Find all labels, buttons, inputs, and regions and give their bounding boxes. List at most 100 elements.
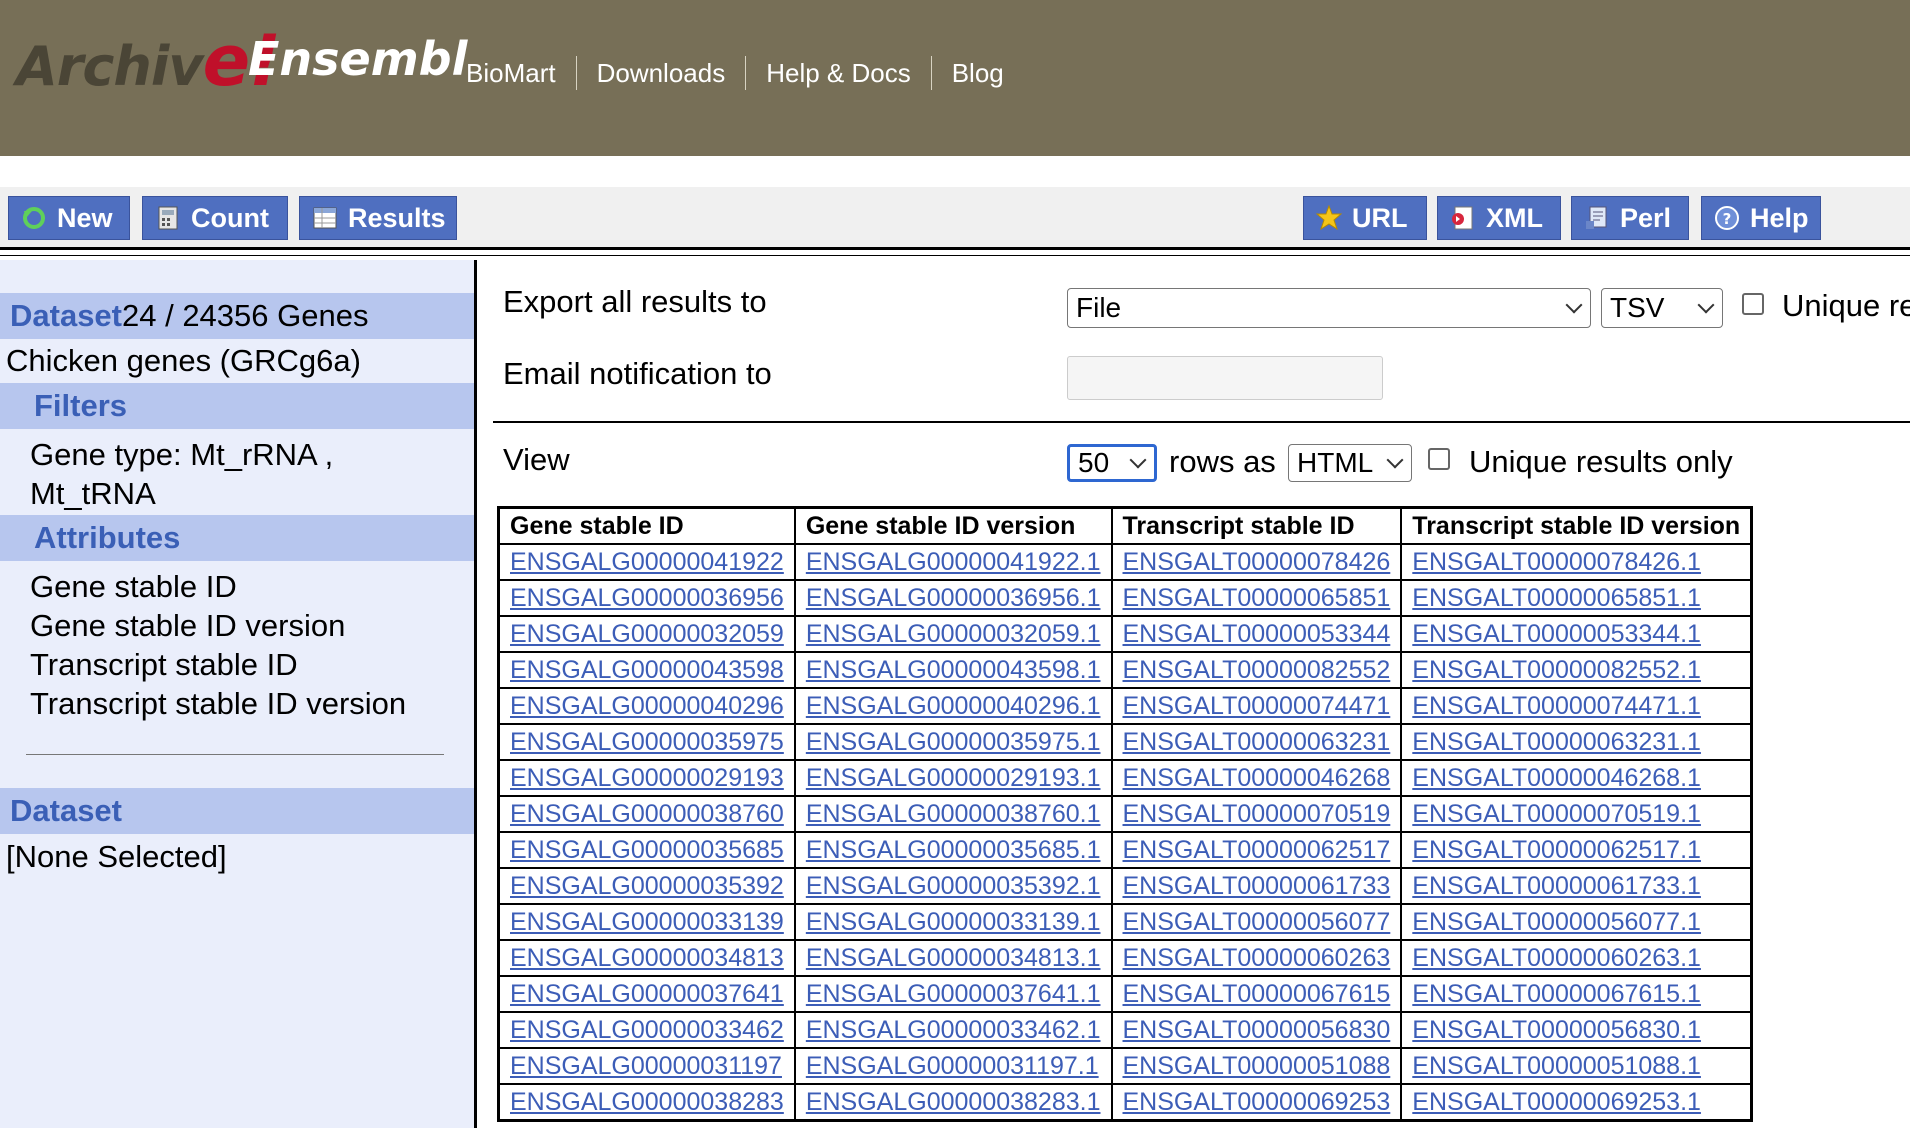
second-dataset-link[interactable]: Dataset — [10, 793, 122, 829]
gene-stable-id-link[interactable]: ENSGALG00000035685 — [510, 836, 784, 864]
transcript-stable-id-link[interactable]: ENSGALT00000063231 — [1123, 728, 1391, 756]
second-dataset-header[interactable]: Dataset — [0, 788, 474, 834]
gene-stable-id-version-link[interactable]: ENSGALG00000035975.1 — [806, 728, 1101, 756]
nav-biomart[interactable]: BioMart — [466, 56, 576, 90]
second-dataset-value: [None Selected] — [6, 839, 227, 874]
gene-stable-id-version-link[interactable]: ENSGALG00000031197.1 — [806, 1052, 1099, 1080]
gene-stable-id-link[interactable]: ENSGALG00000037641 — [510, 980, 784, 1008]
gene-stable-id-link[interactable]: ENSGALG00000035975 — [510, 728, 784, 756]
gene-stable-id-link[interactable]: ENSGALG00000031197 — [510, 1052, 782, 1080]
filters-header[interactable]: Filters — [0, 383, 474, 429]
transcript-stable-id-link[interactable]: ENSGALT00000062517 — [1123, 836, 1391, 864]
transcript-stable-id-version-link[interactable]: ENSGALT00000056077.1 — [1412, 908, 1701, 936]
gene-stable-id-link[interactable]: ENSGALG00000040296 — [510, 692, 784, 720]
transcript-stable-id-link[interactable]: ENSGALT00000078426 — [1123, 548, 1391, 576]
export-destination-value: File — [1076, 292, 1122, 323]
export-destination-select[interactable]: File — [1067, 288, 1591, 328]
gene-stable-id-version-link[interactable]: ENSGALG00000034813.1 — [806, 944, 1101, 972]
transcript-stable-id-link[interactable]: ENSGALT00000069253 — [1123, 1088, 1391, 1116]
gene-stable-id-link[interactable]: ENSGALG00000032059 — [510, 620, 784, 648]
gene-stable-id-version-link[interactable]: ENSGALG00000032059.1 — [806, 620, 1101, 648]
gene-stable-id-version-link[interactable]: ENSGALG00000038283.1 — [806, 1088, 1101, 1116]
export-unique-checkbox[interactable] — [1742, 293, 1764, 315]
transcript-stable-id-version-link[interactable]: ENSGALT00000046268.1 — [1412, 764, 1701, 792]
gene-stable-id-version-link[interactable]: ENSGALG00000029193.1 — [806, 764, 1101, 792]
transcript-stable-id-version-link[interactable]: ENSGALT00000060263.1 — [1412, 944, 1701, 972]
gene-stable-id-link[interactable]: ENSGALG00000029193 — [510, 764, 784, 792]
view-unique-checkbox[interactable] — [1428, 448, 1450, 470]
results-button[interactable]: Results — [299, 196, 457, 240]
transcript-stable-id-link[interactable]: ENSGALT00000067615 — [1123, 980, 1391, 1008]
transcript-stable-id-link[interactable]: ENSGALT00000070519 — [1123, 800, 1391, 828]
transcript-stable-id-version-link[interactable]: ENSGALT00000069253.1 — [1412, 1088, 1701, 1116]
transcript-stable-id-version-link[interactable]: ENSGALT00000056830.1 — [1412, 1016, 1701, 1044]
gene-stable-id-version-link[interactable]: ENSGALG00000041922.1 — [806, 548, 1101, 576]
attributes-header[interactable]: Attributes — [0, 515, 474, 561]
transcript-stable-id-version-link[interactable]: ENSGALT00000074471.1 — [1412, 692, 1701, 720]
nav-downloads[interactable]: Downloads — [575, 56, 746, 90]
transcript-stable-id-link[interactable]: ENSGALT00000082552 — [1123, 656, 1391, 684]
results-main: Export all results to File TSV Unique re… — [477, 260, 1910, 1128]
export-format-select[interactable]: TSV — [1601, 288, 1723, 328]
gene-stable-id-link[interactable]: ENSGALG00000035392 — [510, 872, 784, 900]
perl-button[interactable]: Perl — [1571, 196, 1689, 240]
table-row: ENSGALG00000037641 ENSGALG00000037641.1 EN… — [497, 975, 1753, 1013]
help-button[interactable]: ? Help — [1701, 196, 1821, 240]
transcript-stable-id-version-link[interactable]: ENSGALT00000063231.1 — [1412, 728, 1701, 756]
gene-stable-id-version-link[interactable]: ENSGALG00000038760.1 — [806, 800, 1101, 828]
view-unique-label: Unique results only — [1469, 444, 1733, 479]
gene-stable-id-link[interactable]: ENSGALG00000041922 — [510, 548, 784, 576]
star-icon — [1315, 204, 1343, 231]
transcript-stable-id-link[interactable]: ENSGALT00000074471 — [1123, 692, 1391, 720]
gene-stable-id-version-link[interactable]: ENSGALG00000037641.1 — [806, 980, 1101, 1008]
transcript-stable-id-link[interactable]: ENSGALT00000053344 — [1123, 620, 1391, 648]
nav-blog[interactable]: Blog — [930, 56, 1024, 90]
nav-help-docs[interactable]: Help & Docs — [745, 56, 931, 90]
transcript-stable-id-version-link[interactable]: ENSGALT00000062517.1 — [1412, 836, 1701, 864]
count-button[interactable]: Count — [142, 196, 288, 240]
transcript-stable-id-version-link[interactable]: ENSGALT00000078426.1 — [1412, 548, 1701, 576]
gene-stable-id-version-link[interactable]: ENSGALG00000035685.1 — [806, 836, 1101, 864]
table-cell: ENSGALT00000063231.1 — [1400, 723, 1753, 761]
gene-stable-id-version-link[interactable]: ENSGALG00000033462.1 — [806, 1016, 1101, 1044]
table-row: ENSGALG00000041922 ENSGALG00000041922.1 EN… — [497, 543, 1753, 581]
gene-stable-id-version-link[interactable]: ENSGALG00000033139.1 — [806, 908, 1101, 936]
gene-stable-id-version-link[interactable]: ENSGALG00000035392.1 — [806, 872, 1101, 900]
transcript-stable-id-version-link[interactable]: ENSGALT00000065851.1 — [1412, 584, 1701, 612]
url-button[interactable]: URL — [1303, 196, 1427, 240]
transcript-stable-id-link[interactable]: ENSGALT00000046268 — [1123, 764, 1391, 792]
transcript-stable-id-version-link[interactable]: ENSGALT00000082552.1 — [1412, 656, 1701, 684]
gene-stable-id-link[interactable]: ENSGALG00000033462 — [510, 1016, 784, 1044]
gene-stable-id-link[interactable]: ENSGALG00000034813 — [510, 944, 784, 972]
transcript-stable-id-link[interactable]: ENSGALT00000051088 — [1123, 1052, 1391, 1080]
new-button[interactable]: New — [8, 196, 130, 240]
transcript-stable-id-link[interactable]: ENSGALT00000056077 — [1123, 908, 1391, 936]
rows-count-select[interactable]: 50 — [1067, 444, 1157, 482]
gene-stable-id-link[interactable]: ENSGALG00000036956 — [510, 584, 784, 612]
view-format-select[interactable]: HTML — [1288, 444, 1412, 482]
gene-stable-id-link[interactable]: ENSGALG00000033139 — [510, 908, 784, 936]
transcript-stable-id-link[interactable]: ENSGALT00000060263 — [1123, 944, 1391, 972]
transcript-stable-id-version-link[interactable]: ENSGALT00000061733.1 — [1412, 872, 1701, 900]
gene-stable-id-version-link[interactable]: ENSGALG00000040296.1 — [806, 692, 1101, 720]
dataset-summary-header[interactable]: Dataset 24 / 24356 Genes — [0, 293, 474, 339]
table-cell: ENSGALG00000038760.1 — [793, 795, 1113, 833]
dataset-link[interactable]: Dataset — [10, 298, 122, 334]
chevron-down-icon — [1386, 451, 1404, 469]
transcript-stable-id-version-link[interactable]: ENSGALT00000053344.1 — [1412, 620, 1701, 648]
gene-stable-id-link[interactable]: ENSGALG00000043598 — [510, 656, 784, 684]
gene-stable-id-version-link[interactable]: ENSGALG00000036956.1 — [806, 584, 1101, 612]
transcript-stable-id-link[interactable]: ENSGALT00000056830 — [1123, 1016, 1391, 1044]
gene-stable-id-version-link[interactable]: ENSGALG00000043598.1 — [806, 656, 1101, 684]
table-cell: ENSGALT00000069253.1 — [1400, 1083, 1753, 1122]
transcript-stable-id-version-link[interactable]: ENSGALT00000070519.1 — [1412, 800, 1701, 828]
transcript-stable-id-link[interactable]: ENSGALT00000061733 — [1123, 872, 1391, 900]
transcript-stable-id-version-link[interactable]: ENSGALT00000051088.1 — [1412, 1052, 1701, 1080]
transcript-stable-id-version-link[interactable]: ENSGALT00000067615.1 — [1412, 980, 1701, 1008]
email-field[interactable] — [1067, 356, 1383, 400]
table-cell: ENSGALG00000035975 — [497, 723, 796, 761]
gene-stable-id-link[interactable]: ENSGALG00000038760 — [510, 800, 784, 828]
xml-button[interactable]: XML — [1437, 196, 1561, 240]
gene-stable-id-link[interactable]: ENSGALG00000038283 — [510, 1088, 784, 1116]
transcript-stable-id-link[interactable]: ENSGALT00000065851 — [1123, 584, 1391, 612]
